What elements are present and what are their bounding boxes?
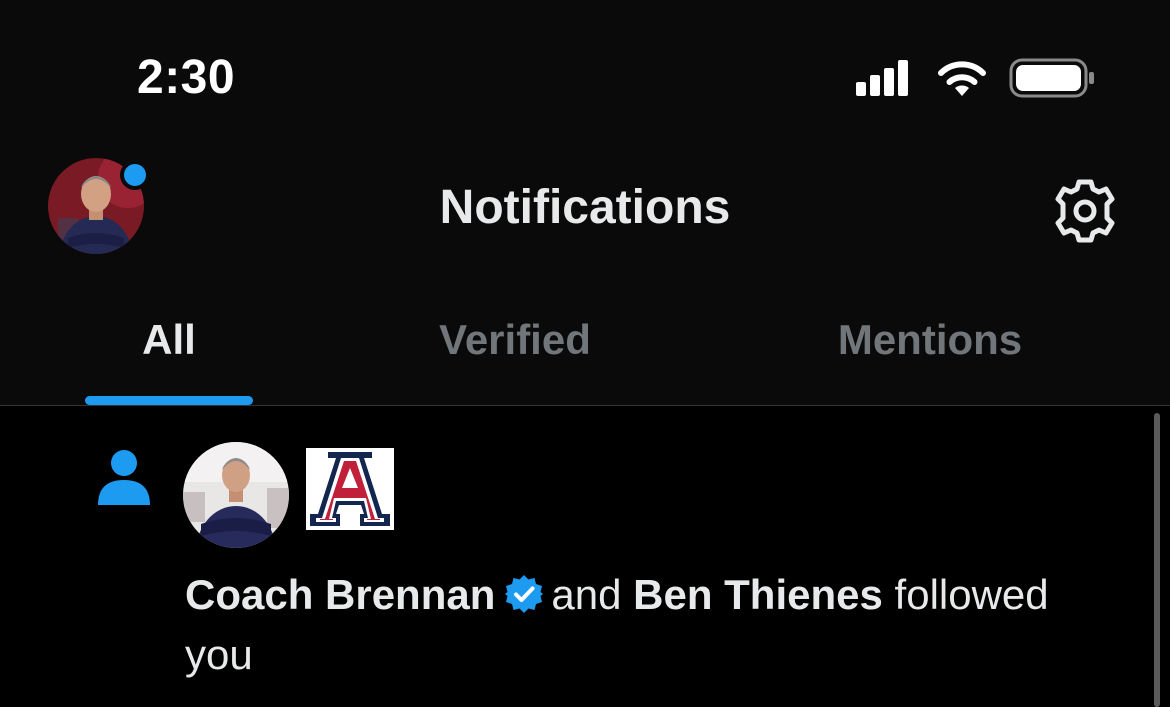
user-name-coach-brennan[interactable]: Coach Brennan [185,571,495,618]
status-time: 2:30 [137,51,236,104]
gear-icon[interactable] [1050,176,1120,246]
verified-badge-icon [505,575,544,613]
user-name-ben-thienes[interactable]: Ben Thienes [633,571,883,618]
scrollbar[interactable] [1154,413,1160,707]
person-icon [98,450,150,505]
cellular-signal-icon [856,60,908,96]
active-tab-indicator [85,396,253,405]
tab-verified[interactable]: Verified [390,312,640,368]
notification-text: Coach Brennan and Ben Thienes followed y… [185,565,1125,685]
status-icons [856,58,1094,98]
battery-icon [1009,58,1094,98]
conjunction-text: and [551,571,622,618]
tab-mentions[interactable]: Mentions [780,312,1080,368]
tab-all[interactable]: All [85,312,253,368]
arizona-logo-icon[interactable] [306,448,394,530]
wifi-icon [938,61,986,96]
avatar-coach-brennan[interactable] [183,442,289,548]
page-title: Notifications [439,181,731,234]
